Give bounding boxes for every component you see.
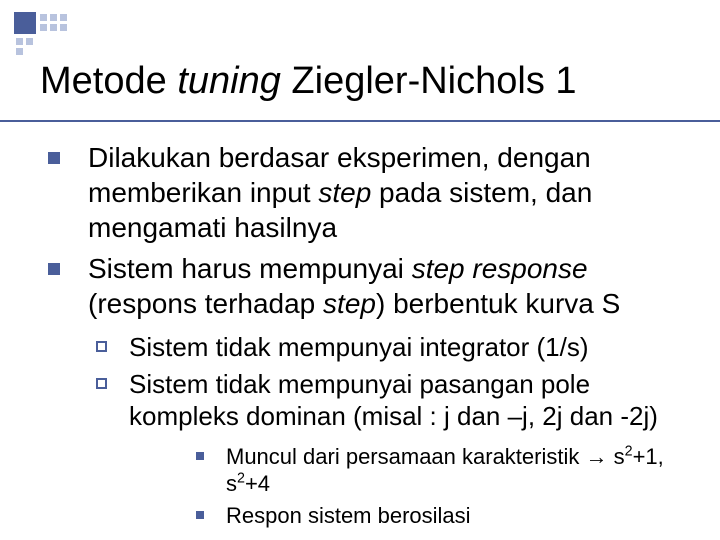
bullet-level2: Sistem tidak mempunyai pasangan pole kom… bbox=[96, 368, 680, 433]
subsub-bullet-group: Muncul dari persamaan karakteristik → s2… bbox=[196, 443, 680, 530]
slide-body: Dilakukan berdasar eksperimen, dengan me… bbox=[48, 140, 680, 533]
bullet-text: Sistem tidak mempunyai pasangan pole kom… bbox=[129, 368, 680, 433]
square-bullet-icon bbox=[48, 152, 60, 164]
title-part1: Metode bbox=[40, 60, 177, 102]
hollow-square-bullet-icon bbox=[96, 341, 107, 352]
title-italic: tuning bbox=[177, 60, 281, 102]
bullet-text: Respon sistem berosilasi bbox=[226, 502, 471, 530]
deco-square-small bbox=[60, 14, 67, 21]
title-underline bbox=[0, 120, 720, 122]
bullet-text: Sistem harus mempunyai step response (re… bbox=[88, 251, 680, 321]
deco-square-small bbox=[16, 48, 23, 55]
deco-square-small bbox=[40, 24, 47, 31]
slide: Metode tuning Ziegler-Nichols 1 Dilakuka… bbox=[0, 0, 720, 540]
title-part2: Ziegler-Nichols 1 bbox=[281, 60, 577, 102]
deco-square-small bbox=[60, 24, 67, 31]
bullet-level1: Dilakukan berdasar eksperimen, dengan me… bbox=[48, 140, 680, 245]
bullet-text: Dilakukan berdasar eksperimen, dengan me… bbox=[88, 140, 680, 245]
bullet-text: Muncul dari persamaan karakteristik → s2… bbox=[226, 443, 680, 498]
small-square-bullet-icon bbox=[196, 511, 204, 519]
deco-square-small bbox=[50, 24, 57, 31]
small-square-bullet-icon bbox=[196, 452, 204, 460]
deco-square-large bbox=[14, 12, 36, 34]
hollow-square-bullet-icon bbox=[96, 378, 107, 389]
slide-title: Metode tuning Ziegler-Nichols 1 bbox=[40, 60, 577, 103]
bullet-level3: Respon sistem berosilasi bbox=[196, 502, 680, 530]
bullet-text: Sistem tidak mempunyai integrator (1/s) bbox=[129, 331, 589, 364]
bullet-level3: Muncul dari persamaan karakteristik → s2… bbox=[196, 443, 680, 498]
square-bullet-icon bbox=[48, 263, 60, 275]
deco-square-small bbox=[16, 38, 23, 45]
deco-square-small bbox=[50, 14, 57, 21]
bullet-level2: Sistem tidak mempunyai integrator (1/s) bbox=[96, 331, 680, 364]
bullet-level1: Sistem harus mempunyai step response (re… bbox=[48, 251, 680, 321]
sub-bullet-group: Sistem tidak mempunyai integrator (1/s) … bbox=[96, 331, 680, 529]
deco-square-small bbox=[26, 38, 33, 45]
deco-square-small bbox=[40, 14, 47, 21]
